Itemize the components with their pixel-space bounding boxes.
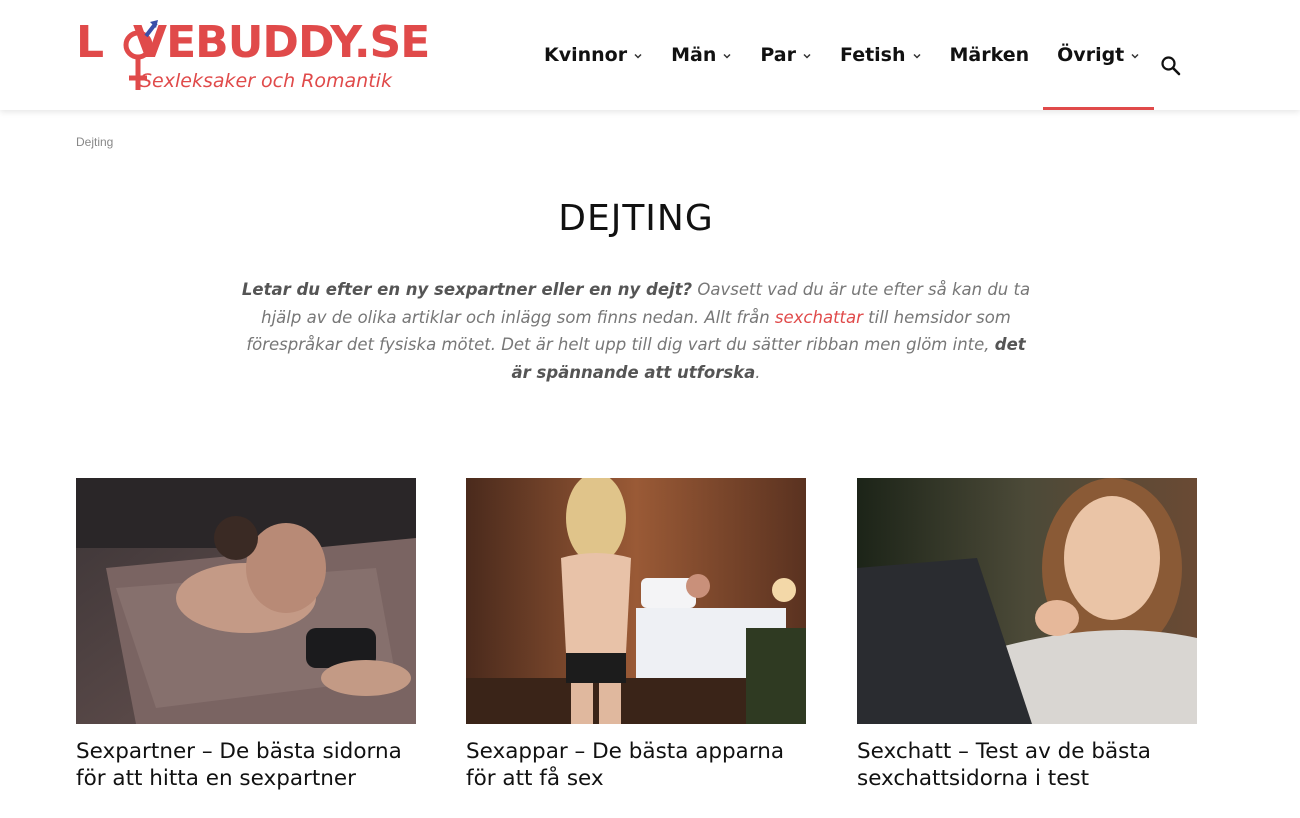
article-card[interactable]: Sexpartner – De bästa sidorna för att hi… xyxy=(76,478,416,792)
nav-label: Övrigt xyxy=(1057,44,1125,66)
site-header: L VEBUDDY.SE Sexleksaker och Romantik Kvi… xyxy=(0,0,1300,110)
site-logo[interactable]: L VEBUDDY.SE Sexleksaker och Romantik xyxy=(76,18,430,96)
nav-item-kvinnor[interactable]: Kvinnor xyxy=(530,0,657,110)
chevron-down-icon xyxy=(723,53,731,59)
nav-item-par[interactable]: Par xyxy=(746,0,826,110)
article-title[interactable]: Sexchatt – Test av de bästa sexchattsido… xyxy=(857,738,1197,792)
chevron-down-icon xyxy=(803,53,811,59)
article-thumbnail[interactable] xyxy=(857,478,1197,724)
nav-item-man[interactable]: Män xyxy=(657,0,746,110)
intro-end: . xyxy=(755,362,761,382)
nav-label: Par xyxy=(760,44,796,66)
nav-item-fetish[interactable]: Fetish xyxy=(826,0,936,110)
article-card[interactable]: Sexchatt – Test av de bästa sexchattsido… xyxy=(857,478,1197,792)
chevron-down-icon xyxy=(1131,53,1139,59)
nav-label: Märken xyxy=(949,44,1030,66)
article-thumbnail[interactable] xyxy=(466,478,806,724)
article-thumbnail[interactable] xyxy=(76,478,416,724)
nav-label: Män xyxy=(671,44,717,66)
intro-lead: Letar du efter en ny sexpartner eller en… xyxy=(241,280,693,299)
article-title[interactable]: Sexpartner – De bästa sidorna för att hi… xyxy=(76,738,416,792)
breadcrumb[interactable]: Dejting xyxy=(76,135,113,149)
chevron-down-icon xyxy=(912,53,921,59)
logo-tagline: Sexleksaker och Romantik xyxy=(140,70,392,92)
nav-item-ovrigt[interactable]: Övrigt xyxy=(1043,0,1155,110)
nav-label: Kvinnor xyxy=(544,44,628,66)
sexchattar-link[interactable]: sexchattar xyxy=(775,308,863,327)
article-title[interactable]: Sexappar – De bästa apparna för att få s… xyxy=(466,738,806,792)
search-icon[interactable] xyxy=(1160,55,1182,77)
page-title: DEJTING xyxy=(558,198,714,239)
nav-item-marken[interactable]: Märken xyxy=(936,0,1044,110)
main-nav: Kvinnor Män Par Fetish Märken Övrigt xyxy=(530,0,1155,110)
chevron-down-icon xyxy=(634,53,642,59)
article-card[interactable]: Sexappar – De bästa apparna för att få s… xyxy=(466,478,806,792)
category-description: Letar du efter en ny sexpartner eller en… xyxy=(240,276,1032,386)
nav-label: Fetish xyxy=(839,44,906,66)
